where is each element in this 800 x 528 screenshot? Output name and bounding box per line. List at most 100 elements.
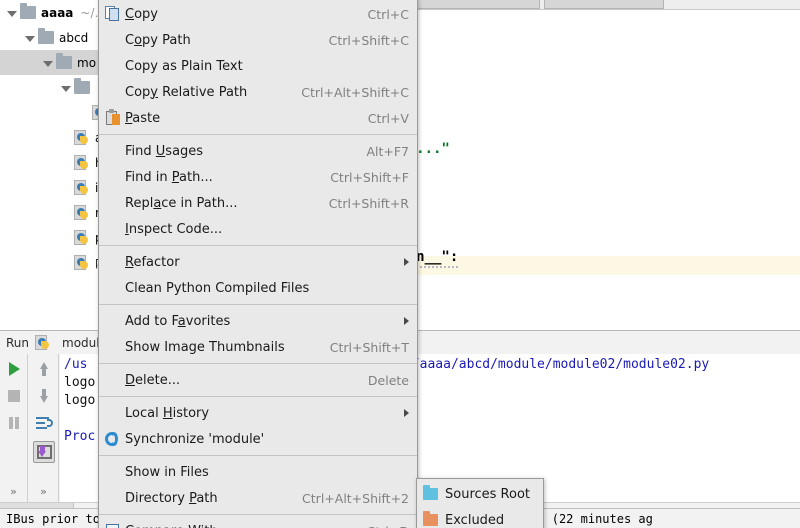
menu-item-refactor[interactable]: Refactor <box>99 249 417 275</box>
ide-window: aaaa~/…abcdmoaaaharipclmypyt内置 == ••• n/… <box>0 0 800 528</box>
folder-orange-icon <box>423 511 438 526</box>
folder-icon <box>20 3 36 19</box>
run-toolbar-primary: » <box>0 354 28 502</box>
menu-item-compare-with[interactable]: Compare With... Ctrl+D <box>99 518 417 528</box>
folder-icon <box>56 53 72 69</box>
menu-item-shortcut: Ctrl+Shift+R <box>328 195 409 211</box>
menu-item-copy-relative-path[interactable]: Copy Relative Path Ctrl+Alt+Shift+C <box>99 79 417 105</box>
menu-item-no-icon <box>103 253 123 271</box>
pause-icon[interactable] <box>5 414 23 432</box>
console-script-path: s/aaaa/abcd/module/module02/module02.py <box>404 357 710 372</box>
submenu-arrow-icon <box>404 317 409 325</box>
menu-item-shortcut: Delete <box>367 372 409 388</box>
menu-item-copy[interactable]: Copy Ctrl+C <box>99 1 417 27</box>
python-file-icon <box>74 179 90 196</box>
submenu-item-excluded[interactable]: Excluded <box>417 507 543 528</box>
menu-separator <box>99 514 417 515</box>
menu-item-copy-as-plain-text[interactable]: Copy as Plain Text <box>99 53 417 79</box>
menu-item-no-icon <box>103 338 123 356</box>
folder-icon <box>38 28 54 44</box>
python-file-icon <box>74 229 90 246</box>
menu-item-no-icon <box>103 371 123 389</box>
menu-item-replace-in-path[interactable]: Replace in Path... Ctrl+Shift+R <box>99 190 417 216</box>
console-line: Proc <box>64 429 96 444</box>
project-context-menu: Copy Ctrl+C Copy Path Ctrl+Shift+C Copy as P… <box>98 0 418 528</box>
editor-tab-2[interactable] <box>544 0 664 9</box>
mark-directory-as-submenu: Sources Root Excluded <box>416 478 544 528</box>
menu-item-directory-path[interactable]: Directory Path Ctrl+Alt+Shift+2 <box>99 485 417 511</box>
menu-item-label: Add to Favorites <box>125 313 231 329</box>
menu-separator <box>99 396 417 397</box>
menu-separator <box>99 245 417 246</box>
python-file-icon <box>74 154 90 171</box>
paste-icon <box>103 109 123 127</box>
menu-item-shortcut: Ctrl+Shift+C <box>328 32 409 48</box>
menu-item-add-to-favorites[interactable]: Add to Favorites <box>99 308 417 334</box>
menu-item-no-icon <box>103 194 123 212</box>
arrow-up-icon[interactable] <box>35 360 53 378</box>
menu-item-shortcut: Ctrl+C <box>367 6 409 22</box>
menu-item-no-icon <box>103 31 123 49</box>
chevron-down-icon[interactable] <box>60 82 72 94</box>
folder-icon <box>74 78 90 94</box>
chevron-down-icon[interactable] <box>24 32 36 44</box>
menu-item-label: Local History <box>125 405 210 421</box>
menu-item-no-icon <box>103 279 123 297</box>
menu-item-find-usages[interactable]: Find Usages Alt+F7 <box>99 138 417 164</box>
submenu-arrow-icon <box>404 409 409 417</box>
menu-item-show-image-thumbnails[interactable]: Show Image Thumbnails Ctrl+Shift+T <box>99 334 417 360</box>
menu-item-copy-path[interactable]: Copy Path Ctrl+Shift+C <box>99 27 417 53</box>
tree-row-label: abcd <box>59 30 89 45</box>
menu-item-paste[interactable]: Paste Ctrl+V <box>99 105 417 131</box>
console-line: /us <box>64 357 88 372</box>
menu-item-no-icon <box>103 168 123 186</box>
menu-separator <box>99 455 417 456</box>
menu-item-clean-python-compiled-files[interactable]: Clean Python Compiled Files <box>99 275 417 301</box>
menu-item-label: Delete... <box>125 372 181 388</box>
submenu-item-label: Excluded <box>445 512 505 528</box>
menu-item-label: Directory Path <box>125 490 218 506</box>
menu-item-label: Find Usages <box>125 143 204 159</box>
menu-item-show-in-files[interactable]: Show in Files <box>99 459 417 485</box>
chevron-down-icon[interactable] <box>6 7 18 19</box>
submenu-arrow-icon <box>404 258 409 266</box>
menu-item-label: Show Image Thumbnails <box>125 339 285 355</box>
run-icon[interactable] <box>5 360 23 378</box>
editor-tab-1[interactable] <box>410 0 540 9</box>
menu-separator <box>99 134 417 135</box>
menu-item-local-history[interactable]: Local History <box>99 400 417 426</box>
menu-item-shortcut: Ctrl+Alt+Shift+C <box>301 84 409 100</box>
menu-item-no-icon <box>103 57 123 75</box>
menu-item-shortcut: Ctrl+Shift+T <box>329 339 409 355</box>
menu-item-label: Replace in Path... <box>125 195 238 211</box>
scroll-to-end-icon[interactable] <box>32 441 55 463</box>
menu-item-no-icon <box>103 489 123 507</box>
run-toolbar-secondary-overflow[interactable]: » <box>40 485 47 498</box>
soft-wrap-icon[interactable] <box>35 414 53 432</box>
python-icon <box>35 334 51 351</box>
submenu-item-sources-root[interactable]: Sources Root <box>417 481 543 507</box>
menu-item-label: Clean Python Compiled Files <box>125 280 310 296</box>
arrow-down-icon[interactable] <box>35 387 53 405</box>
console-line: logo <box>64 393 96 408</box>
menu-item-shortcut: Ctrl+Shift+F <box>330 169 409 185</box>
chevron-down-icon[interactable] <box>42 57 54 69</box>
menu-item-find-in-path[interactable]: Find in Path... Ctrl+Shift+F <box>99 164 417 190</box>
stop-icon[interactable] <box>5 387 23 405</box>
menu-item-label: Copy as Plain Text <box>125 58 243 74</box>
menu-item-delete[interactable]: Delete... Delete <box>99 367 417 393</box>
menu-item-inspect-code[interactable]: Inspect Code... <box>99 216 417 242</box>
menu-item-synchronize-module[interactable]: Synchronize 'module' <box>99 426 417 452</box>
menu-item-label: Find in Path... <box>125 169 213 185</box>
run-title: Run <box>6 335 30 350</box>
python-file-icon <box>74 254 90 271</box>
menu-item-label: Refactor <box>125 254 180 270</box>
run-toolbar-primary-overflow[interactable]: » <box>10 485 17 498</box>
folder-blue-icon <box>423 485 438 500</box>
console-line: logo <box>64 375 96 390</box>
